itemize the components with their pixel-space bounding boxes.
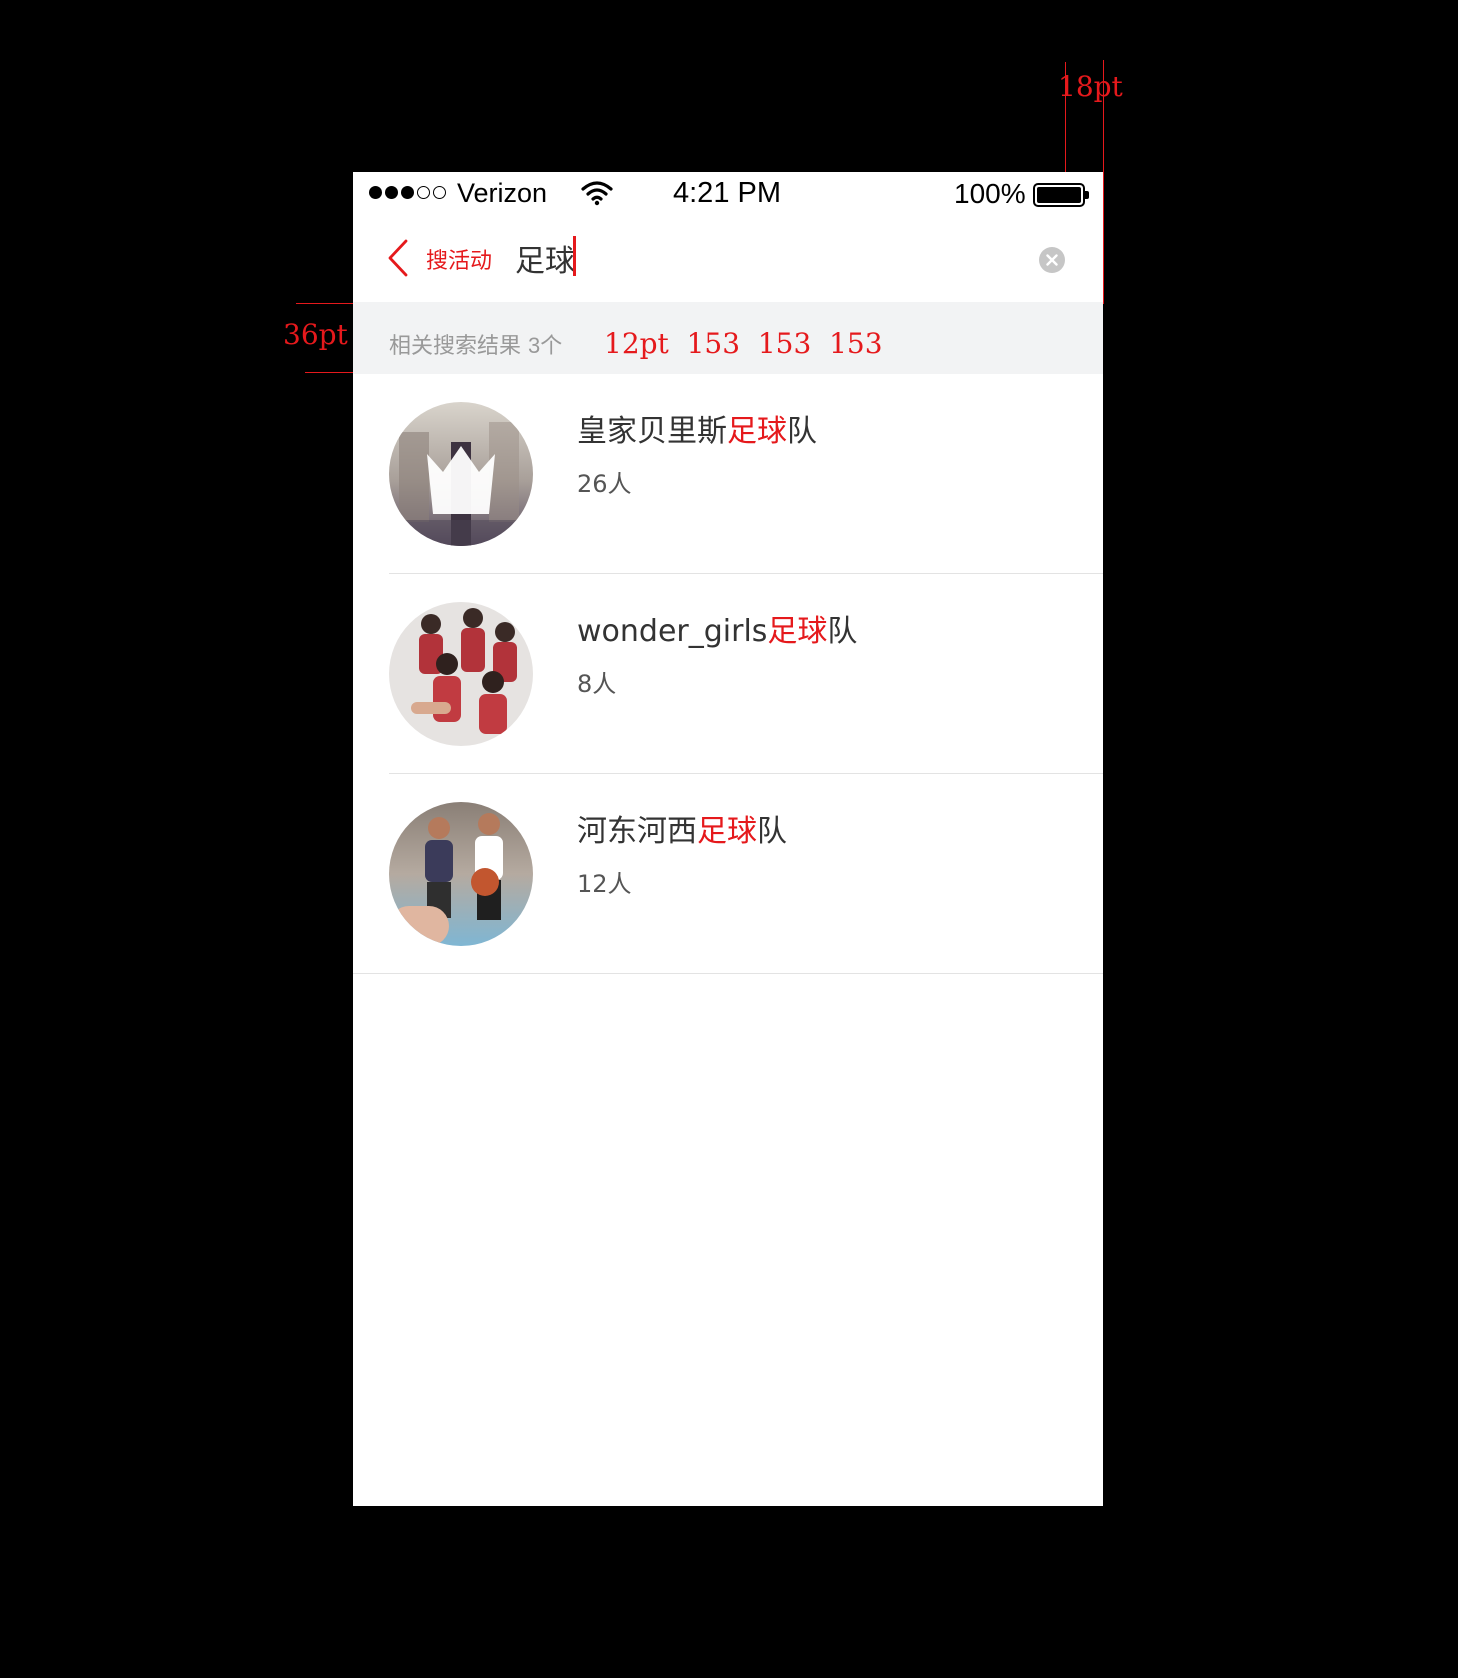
search-input[interactable]: 足球	[515, 236, 575, 280]
team-name-prefix: wonder_girls	[577, 614, 768, 649]
wifi-icon	[581, 180, 613, 211]
team-name-highlight: 足球	[697, 814, 757, 849]
signal-strength-icon	[369, 186, 446, 199]
clock: 4:21 PM	[673, 177, 781, 209]
annotation-vline-2	[1103, 60, 1104, 304]
results-label: 相关搜索结果	[389, 334, 522, 359]
team-name-suffix: 队	[757, 814, 787, 849]
member-count: 26人	[577, 470, 632, 498]
team-name-suffix: 队	[827, 614, 858, 649]
team-name-prefix: 皇家贝里斯	[577, 414, 727, 449]
carrier-name: Verizon	[457, 178, 548, 208]
battery-icon	[1033, 183, 1089, 207]
search-nav-bar: 搜活动 足球	[353, 216, 1103, 302]
team-name-prefix: 河东河西	[577, 814, 697, 849]
battery-percent: 100%	[954, 178, 1026, 209]
text-caret	[573, 236, 576, 276]
results-count: 3个	[528, 333, 563, 358]
row-divider	[353, 973, 1103, 974]
list-item[interactable]: wonder_girls足球队 8人	[353, 574, 1103, 774]
team-name-suffix: 队	[787, 414, 817, 449]
phone-screen: Verizon 4:21 PM 100% 搜活动 足球 相关搜索结果 3个 12…	[353, 172, 1103, 1506]
list-item[interactable]: 皇家贝里斯足球队 26人	[353, 374, 1103, 574]
member-count: 8人	[577, 670, 617, 698]
results-count-label: 相关搜索结果 3个	[389, 328, 562, 360]
team-name: 皇家贝里斯足球队	[577, 406, 817, 450]
team-name: wonder_girls足球队	[577, 606, 857, 650]
back-arrow-icon[interactable]	[385, 236, 413, 280]
annotation-left: 36pt	[283, 318, 348, 351]
annotation-top-right: 18pt	[1058, 70, 1123, 103]
result-list: 皇家贝里斯足球队 26人 wonder_girls足球队 8人 河东河西足球队 …	[353, 374, 1103, 974]
search-activity-title[interactable]: 搜活动	[426, 243, 492, 275]
status-bar: Verizon 4:21 PM 100%	[353, 172, 1103, 216]
team-name-highlight: 足球	[727, 414, 787, 449]
team-name-highlight: 足球	[767, 614, 828, 649]
member-count: 12人	[577, 870, 632, 898]
list-item[interactable]: 河东河西足球队 12人	[353, 774, 1103, 974]
team-avatar	[389, 402, 533, 546]
clear-icon[interactable]	[1039, 247, 1065, 273]
team-avatar	[389, 602, 533, 746]
team-avatar	[389, 802, 533, 946]
annotation-font-spec: 12pt 153 153 153	[604, 327, 883, 360]
team-name: 河东河西足球队	[577, 806, 787, 850]
